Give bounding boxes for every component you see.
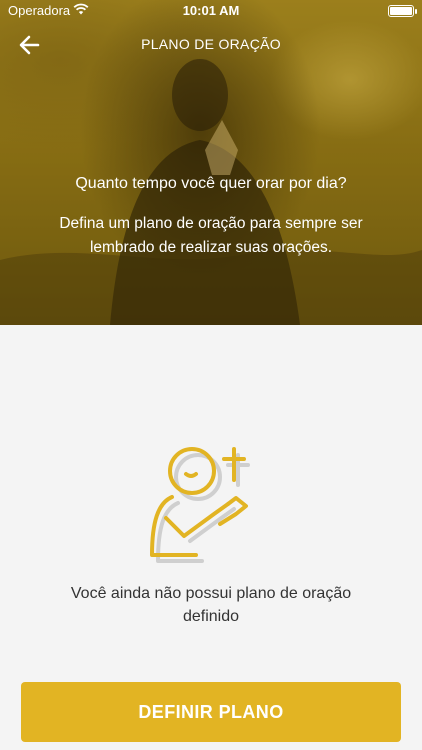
praying-person-cross-icon xyxy=(150,447,250,563)
status-time: 10:01 AM xyxy=(182,3,240,18)
page-title: PLANO DE ORAÇÃO xyxy=(141,36,281,52)
battery-icon xyxy=(388,5,417,17)
hero-question: Quanto tempo você quer orar por dia? xyxy=(75,175,347,192)
status-bar: Operadora 10:01 AM xyxy=(0,0,422,22)
empty-state-message: Você ainda não possui plano de oração de… xyxy=(70,585,352,625)
hero-banner: Operadora 10:01 AM PLANO DE ORAÇÃO Quant… xyxy=(0,0,422,325)
nav-bar: PLANO DE ORAÇÃO xyxy=(0,28,422,62)
hero-description: Defina um plano de oração para sempre se… xyxy=(59,215,363,256)
define-plan-button[interactable]: DEFINIR PLANO xyxy=(21,682,401,742)
